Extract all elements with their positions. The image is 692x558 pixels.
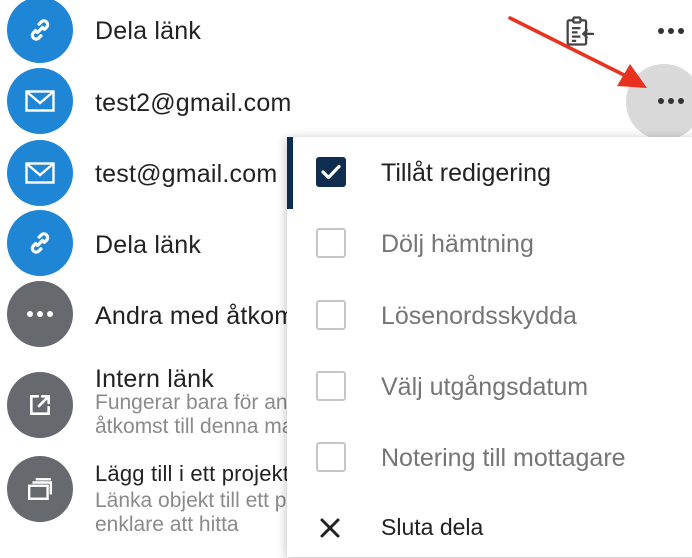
close-icon [320, 518, 340, 538]
menu-item-label: Notering till mottagare [381, 444, 626, 472]
share-row-test2[interactable]: test2@gmail.com [0, 66, 692, 136]
share-row-label: Dela länk [95, 231, 202, 259]
clipboard-icon[interactable] [562, 14, 596, 48]
menu-item-password-protect[interactable]: Lösenordsskydda [287, 285, 692, 345]
share-row-link-1[interactable]: Dela länk [0, 0, 692, 66]
menu-item-note-to-recipient[interactable]: Notering till mottagare [287, 427, 692, 487]
menu-item-label: Välj utgångsdatum [381, 373, 589, 401]
more-icon [658, 28, 684, 34]
hide-download-checkbox[interactable] [316, 228, 346, 258]
share-menu-button-2[interactable] [656, 86, 686, 116]
menu-item-label: Dölj hämtning [381, 230, 534, 258]
check-icon [321, 164, 341, 180]
share-row-description: enklare att hitta [95, 513, 239, 536]
menu-item-hide-download[interactable]: Dölj hämtning [287, 213, 692, 273]
note-to-recipient-checkbox[interactable] [316, 442, 346, 472]
link-icon [30, 232, 50, 254]
share-row-description: åtkomst till denna mapp [95, 415, 317, 438]
projects-icon [27, 478, 53, 500]
external-link-icon [30, 395, 50, 415]
allow-editing-checkbox[interactable] [316, 157, 346, 187]
menu-item-label: Sluta dela [381, 514, 484, 540]
link-avatar [7, 0, 73, 63]
mail-avatar [7, 68, 73, 134]
menu-item-allow-editing[interactable]: Tillåt redigering [287, 142, 692, 202]
more-icon [658, 98, 684, 104]
share-options-menu: Tillåt redigering Dölj hämtning Lösenord… [287, 137, 692, 557]
link-icon [30, 19, 50, 41]
share-row-label: Dela länk [95, 17, 202, 45]
menu-item-label: Lösenordsskydda [381, 302, 577, 330]
menu-item-expiration-date[interactable]: Välj utgångsdatum [287, 356, 692, 416]
mail-avatar [7, 140, 73, 206]
link-avatar [7, 210, 73, 276]
share-menu-button-1[interactable] [656, 16, 686, 46]
expiration-date-checkbox[interactable] [316, 371, 346, 401]
menu-item-label: Tillåt redigering [381, 159, 551, 187]
menu-item-stop-sharing[interactable]: Sluta dela [287, 498, 692, 558]
project-avatar [7, 456, 73, 522]
more-icon [27, 311, 53, 317]
share-row-label: Lägg till i ett projekt [95, 461, 290, 486]
share-row-label: test@gmail.com [95, 160, 278, 188]
internal-link-avatar [7, 372, 73, 438]
mail-icon [25, 162, 55, 184]
password-protect-checkbox[interactable] [316, 300, 346, 330]
others-avatar [7, 281, 73, 347]
share-row-label: Andra med åtkomst [95, 302, 316, 330]
share-row-label: test2@gmail.com [95, 89, 292, 117]
mail-icon [25, 90, 55, 112]
share-row-label: Intern länk [95, 365, 214, 393]
